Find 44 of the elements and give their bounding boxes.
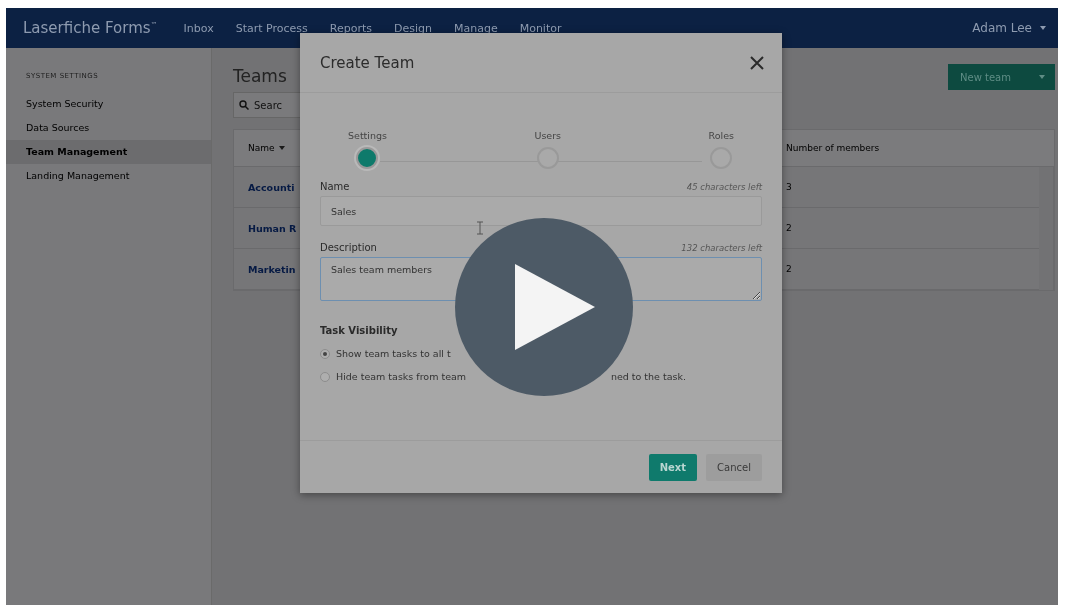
table-cell-text: 3 xyxy=(785,182,793,192)
step-label: Users xyxy=(534,130,562,141)
page-title: Teams xyxy=(233,65,287,86)
app-title: Laserfiche Forms$^{™}$ xyxy=(23,19,158,37)
field-label: Description xyxy=(320,242,377,253)
next-button[interactable]: Next xyxy=(648,453,698,481)
nav-link[interactable]: Inbox xyxy=(183,21,214,35)
search-icon xyxy=(239,100,249,110)
sidebar-item[interactable]: System Security xyxy=(6,92,211,116)
dialog-title: Create Team xyxy=(320,53,415,72)
radio-button[interactable] xyxy=(320,371,330,382)
nav-link[interactable]: Monitor xyxy=(519,21,562,35)
column-header[interactable]: Number of members xyxy=(781,143,1040,153)
close-icon[interactable] xyxy=(750,55,764,70)
radio-button[interactable] xyxy=(320,348,330,359)
caret-icon xyxy=(1040,26,1046,30)
sort-icon xyxy=(278,146,285,150)
step-label: Settings xyxy=(348,130,387,141)
sidebar-item[interactable]: Team Management xyxy=(6,140,211,164)
radio-label: Hide team tasks from team xyxy=(336,371,467,382)
caret-icon xyxy=(1039,75,1045,79)
table-cell-text: 2 xyxy=(785,223,793,233)
nav-link[interactable]: Reports xyxy=(329,21,372,35)
section-label: Task Visibility xyxy=(320,325,399,336)
column-header[interactable]: Name xyxy=(234,143,781,153)
name-field[interactable]: Sales xyxy=(320,196,762,226)
sidebar-item[interactable]: Landing Management xyxy=(6,164,211,188)
step-indicator[interactable] xyxy=(356,147,379,169)
new-team-button[interactable]: New team xyxy=(948,64,1055,90)
nav-link[interactable]: Manage xyxy=(453,21,498,35)
text-cursor-icon xyxy=(476,221,484,235)
nav-link[interactable]: Start Process xyxy=(235,21,308,35)
sidebar-item[interactable]: Data Sources xyxy=(6,116,211,140)
character-counter: 132 characters left xyxy=(681,243,762,253)
cancel-button[interactable]: Cancel xyxy=(706,453,762,481)
play-icon xyxy=(515,264,595,350)
field-label: Name xyxy=(320,181,350,192)
step-label: Roles xyxy=(708,130,734,141)
radio-label: Show team tasks to all t xyxy=(336,348,451,359)
user-menu[interactable]: Adam Lee xyxy=(972,21,1046,35)
character-counter: 45 characters left xyxy=(686,182,762,192)
nav-link[interactable]: Design xyxy=(394,21,432,35)
radio-label: ned to the task. xyxy=(610,371,686,382)
table-cell-text: 2 xyxy=(785,264,793,274)
